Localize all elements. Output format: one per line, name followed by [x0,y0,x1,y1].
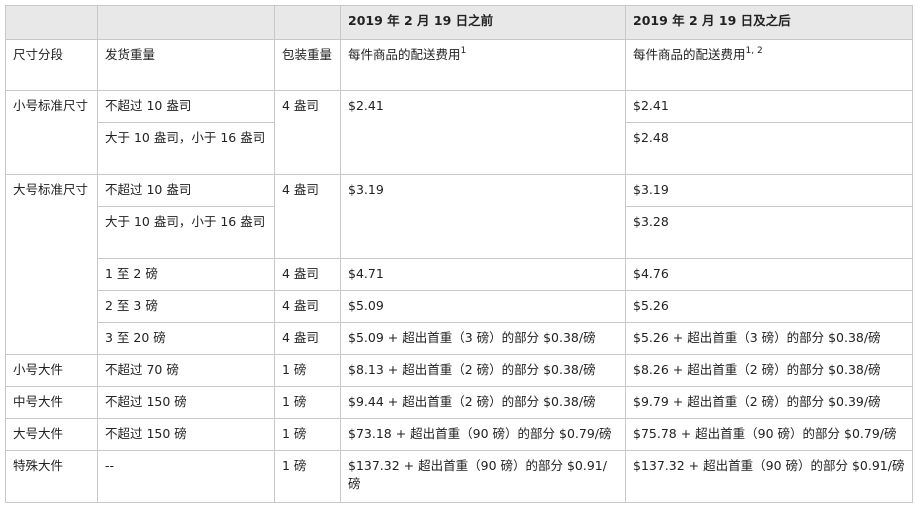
table-row: 1 至 2 磅 4 盎司 $4.71 $4.76 [6,258,913,291]
fee-after-cell: $3.28 [625,206,913,259]
packaging-weight-cell: 1 磅 [274,418,341,451]
packaging-weight-cell: 4 盎司 [274,90,341,175]
shipping-weight-cell: 1 至 2 磅 [97,258,275,291]
shipping-weight-cell: 大于 10 盎司，小于 16 盎司 [97,122,275,175]
size-tier-cell: 小号标准尺寸 [5,90,98,175]
packaging-weight-cell: 4 盎司 [274,290,341,323]
size-tier-cell: 特殊大件 [5,450,98,503]
fee-after-cell: $5.26 [625,290,913,323]
fee-after-cell: $4.76 [625,258,913,291]
fee-after-cell: $3.19 [625,174,913,207]
packaging-weight-cell: 1 磅 [274,450,341,503]
fee-before-cell: $4.71 [340,258,626,291]
fee-before-cell: $137.32 + 超出首重（90 磅）的部分 $0.91/磅 [340,450,626,503]
footnote-ref: 1 [460,46,467,56]
header-fee-before: 每件商品的配送费用1 [340,39,626,91]
fulfillment-fee-table: 2019 年 2 月 19 日之前 2019 年 2 月 19 日及之后 尺寸分… [5,5,913,503]
shipping-weight-cell: -- [97,450,275,503]
group-header-empty [97,5,275,40]
fee-before-cell: $5.09 [340,290,626,323]
fee-before-cell: $2.41 [340,90,626,175]
shipping-weight-cell: 不超过 10 盎司 [97,174,275,207]
header-fee-after-label: 每件商品的配送费用 [633,47,746,62]
table-row: 中号大件 不超过 150 磅 1 磅 $9.44 + 超出首重（2 磅）的部分 … [5,386,913,419]
shipping-weight-cell: 不超过 10 盎司 [97,90,275,123]
shipping-weight-cell: 不超过 150 磅 [97,386,275,419]
fee-after-cell: $2.41 [625,90,913,123]
group-header-before: 2019 年 2 月 19 日之前 [340,5,626,40]
table-row: 2 至 3 磅 4 盎司 $5.09 $5.26 [6,290,913,323]
table-row: 小号标准尺寸 不超过 10 盎司 4 盎司 $2.41 $2.41 [5,90,913,175]
shipping-weight-cell: 2 至 3 磅 [97,290,275,323]
size-tier-cell: 大号大件 [5,418,98,451]
fee-after-cell: $8.26 + 超出首重（2 磅）的部分 $0.38/磅 [625,354,913,387]
header-fee-after: 每件商品的配送费用1, 2 [625,39,913,91]
fee-before-cell: $3.19 [340,174,626,259]
packaging-weight-cell: 1 磅 [274,386,341,419]
shipping-weight-cell: 3 至 20 磅 [97,322,275,355]
group-header-empty [5,5,98,40]
shipping-weight-cell: 不超过 70 磅 [97,354,275,387]
packaging-weight-cell: 1 磅 [274,354,341,387]
header-packaging-weight: 包装重量 [274,39,341,91]
header-shipping-weight: 发货重量 [97,39,275,91]
fee-before-cell: $9.44 + 超出首重（2 磅）的部分 $0.38/磅 [340,386,626,419]
header-fee-before-label: 每件商品的配送费用 [348,47,461,62]
shipping-weight-cell: 不超过 150 磅 [97,418,275,451]
table-row: 3 至 20 磅 4 盎司 $5.09 + 超出首重（3 磅）的部分 $0.38… [6,322,913,355]
table-row: 特殊大件 -- 1 磅 $137.32 + 超出首重（90 磅）的部分 $0.9… [5,450,913,503]
fee-after-cell: $9.79 + 超出首重（2 磅）的部分 $0.39/磅 [625,386,913,419]
fee-after-cell: $75.78 + 超出首重（90 磅）的部分 $0.79/磅 [625,418,913,451]
size-tier-cell: 小号大件 [5,354,98,387]
fee-before-cell: $8.13 + 超出首重（2 磅）的部分 $0.38/磅 [340,354,626,387]
size-tier-cell: 中号大件 [5,386,98,419]
packaging-weight-cell: 4 盎司 [274,258,341,291]
packaging-weight-cell: 4 盎司 [274,322,341,355]
fee-after-cell: $2.48 [625,122,913,175]
group-header-after: 2019 年 2 月 19 日及之后 [625,5,913,40]
fee-before-cell: $73.18 + 超出首重（90 磅）的部分 $0.79/磅 [340,418,626,451]
group-header-row: 2019 年 2 月 19 日之前 2019 年 2 月 19 日及之后 [5,5,913,40]
column-header-row: 尺寸分段 发货重量 包装重量 每件商品的配送费用1 每件商品的配送费用1, 2 [5,39,913,91]
group-header-empty [274,5,341,40]
fee-before-cell: $5.09 + 超出首重（3 磅）的部分 $0.38/磅 [340,322,626,355]
table-row: 小号大件 不超过 70 磅 1 磅 $8.13 + 超出首重（2 磅）的部分 $… [5,354,913,387]
packaging-weight-cell: 4 盎司 [274,174,341,259]
fee-after-cell: $137.32 + 超出首重（90 磅）的部分 $0.91/磅 [625,450,913,503]
table-row: 大号标准尺寸 不超过 10 盎司 4 盎司 $3.19 $3.19 [5,174,913,355]
footnote-ref: 1, 2 [745,46,763,56]
fee-after-cell: $5.26 + 超出首重（3 磅）的部分 $0.38/磅 [625,322,913,355]
header-size-tier: 尺寸分段 [5,39,98,91]
table-row: 大号大件 不超过 150 磅 1 磅 $73.18 + 超出首重（90 磅）的部… [5,418,913,451]
shipping-weight-cell: 大于 10 盎司，小于 16 盎司 [97,206,275,259]
size-tier-cell: 大号标准尺寸 [5,174,98,355]
